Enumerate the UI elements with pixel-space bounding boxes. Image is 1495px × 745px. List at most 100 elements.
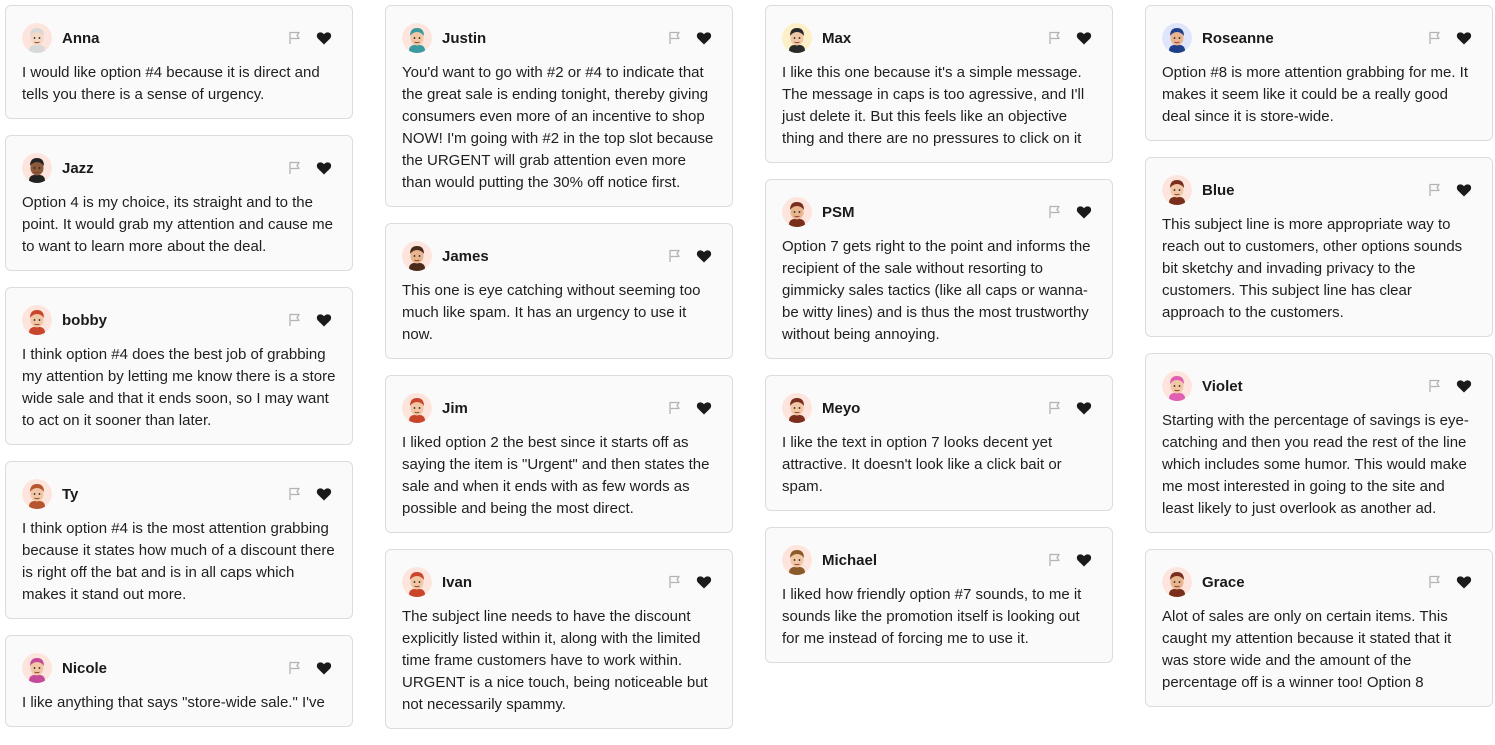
comment-header: Max <box>782 22 1096 54</box>
user-name: Jim <box>442 399 468 417</box>
comment-text: I like this one because it's a simple me… <box>782 64 1085 147</box>
comment-column: Justin You'd want to go with #2 or #4 to … <box>385 5 733 745</box>
comment-card: Violet Starting with the percentage of sa… <box>1145 353 1493 533</box>
flag-icon[interactable] <box>288 161 302 175</box>
comment-header: Blue <box>1162 174 1476 206</box>
comment-card: bobby I think option #4 does the best job… <box>5 287 353 445</box>
heart-icon[interactable] <box>316 660 332 676</box>
comment-header: Michael <box>782 544 1096 576</box>
comment-card: Meyo I like the text in option 7 looks de… <box>765 375 1113 511</box>
flag-icon[interactable] <box>1048 401 1062 415</box>
flag-icon[interactable] <box>668 249 682 263</box>
heart-icon[interactable] <box>696 574 712 590</box>
user-name: Justin <box>442 29 487 47</box>
comment-card: Blue This subject line is more appropriat… <box>1145 157 1493 337</box>
comment-header: Jim <box>402 392 716 424</box>
comment-text: The subject line needs to have the disco… <box>402 608 708 713</box>
comment-text: I think option #4 does the best job of g… <box>22 346 336 429</box>
comment-header: Anna <box>22 22 336 54</box>
user-avatar <box>402 393 432 423</box>
heart-icon[interactable] <box>316 312 332 328</box>
flag-icon[interactable] <box>668 401 682 415</box>
user-name: Anna <box>62 29 100 47</box>
user-name: Meyo <box>822 399 861 417</box>
comment-header: James <box>402 240 716 272</box>
comment-text: Alot of sales are only on certain items.… <box>1162 608 1452 691</box>
user-avatar <box>402 241 432 271</box>
flag-icon[interactable] <box>288 487 302 501</box>
heart-icon[interactable] <box>316 486 332 502</box>
flag-icon[interactable] <box>288 661 302 675</box>
flag-icon[interactable] <box>1048 553 1062 567</box>
comment-text: Option 7 gets right to the point and inf… <box>782 238 1091 343</box>
user-avatar <box>22 653 52 683</box>
heart-icon[interactable] <box>1076 400 1092 416</box>
user-name: Max <box>822 29 852 47</box>
user-name: Michael <box>822 551 878 569</box>
user-name: Nicole <box>62 659 108 677</box>
user-name: Jazz <box>62 159 94 177</box>
user-name: Ty <box>62 485 79 503</box>
comment-header: Jazz <box>22 152 336 184</box>
user-avatar <box>1162 371 1192 401</box>
comment-text: Option 4 is my choice, its straight and … <box>22 194 334 255</box>
heart-icon[interactable] <box>696 248 712 264</box>
comment-text: Starting with the percentage of savings … <box>1162 412 1469 517</box>
flag-icon[interactable] <box>1048 205 1062 219</box>
user-avatar <box>22 23 52 53</box>
comment-header: Ivan <box>402 566 716 598</box>
comment-text: I like anything that says "store-wide sa… <box>22 694 325 711</box>
heart-icon[interactable] <box>1456 30 1472 46</box>
flag-icon[interactable] <box>1428 575 1442 589</box>
user-name: Roseanne <box>1202 29 1274 47</box>
heart-icon[interactable] <box>1456 378 1472 394</box>
comment-text: I would like option #4 because it is dir… <box>22 64 320 103</box>
comment-header: Grace <box>1162 566 1476 598</box>
flag-icon[interactable] <box>1048 31 1062 45</box>
comment-card: PSM Option 7 gets right to the point and … <box>765 179 1113 359</box>
comment-header: Violet <box>1162 370 1476 402</box>
flag-icon[interactable] <box>1428 379 1442 393</box>
user-name: Ivan <box>442 573 473 591</box>
user-avatar <box>402 567 432 597</box>
user-avatar <box>22 305 52 335</box>
comment-header: Roseanne <box>1162 22 1476 54</box>
flag-icon[interactable] <box>288 31 302 45</box>
comment-card: Michael I liked how friendly option #7 so… <box>765 527 1113 663</box>
comment-header: Nicole <box>22 652 336 684</box>
user-name: Grace <box>1202 573 1245 591</box>
flag-icon[interactable] <box>288 313 302 327</box>
heart-icon[interactable] <box>1456 574 1472 590</box>
comment-text: I liked option 2 the best since it start… <box>402 434 710 517</box>
flag-icon[interactable] <box>668 31 682 45</box>
user-avatar <box>782 393 812 423</box>
comment-text: I liked how friendly option #7 sounds, t… <box>782 586 1082 647</box>
user-name: Blue <box>1202 181 1235 199</box>
flag-icon[interactable] <box>1428 183 1442 197</box>
comment-column: Max I like this one because it's a simple… <box>765 5 1113 679</box>
heart-icon[interactable] <box>1076 30 1092 46</box>
heart-icon[interactable] <box>696 400 712 416</box>
comment-column: Roseanne Option #8 is more attention grab… <box>1145 5 1493 723</box>
user-name: Violet <box>1202 377 1243 395</box>
user-name: James <box>442 247 489 265</box>
heart-icon[interactable] <box>696 30 712 46</box>
user-name: bobby <box>62 311 107 329</box>
heart-icon[interactable] <box>316 30 332 46</box>
flag-icon[interactable] <box>668 575 682 589</box>
heart-icon[interactable] <box>1076 204 1092 220</box>
comment-card: Grace Alot of sales are only on certain i… <box>1145 549 1493 707</box>
flag-icon[interactable] <box>1428 31 1442 45</box>
comment-card: Max I like this one because it's a simple… <box>765 5 1113 163</box>
comment-column: Anna I would like option #4 because it is… <box>5 5 353 743</box>
comment-text: This one is eye catching without seeming… <box>402 282 701 343</box>
comment-header: Ty <box>22 478 336 510</box>
heart-icon[interactable] <box>1456 182 1472 198</box>
comment-text: You'd want to go with #2 or #4 to indica… <box>402 64 714 191</box>
comment-card: Justin You'd want to go with #2 or #4 to … <box>385 5 733 207</box>
comment-card: Anna I would like option #4 because it is… <box>5 5 353 119</box>
heart-icon[interactable] <box>316 160 332 176</box>
heart-icon[interactable] <box>1076 552 1092 568</box>
user-avatar <box>22 479 52 509</box>
comment-header: bobby <box>22 304 336 336</box>
